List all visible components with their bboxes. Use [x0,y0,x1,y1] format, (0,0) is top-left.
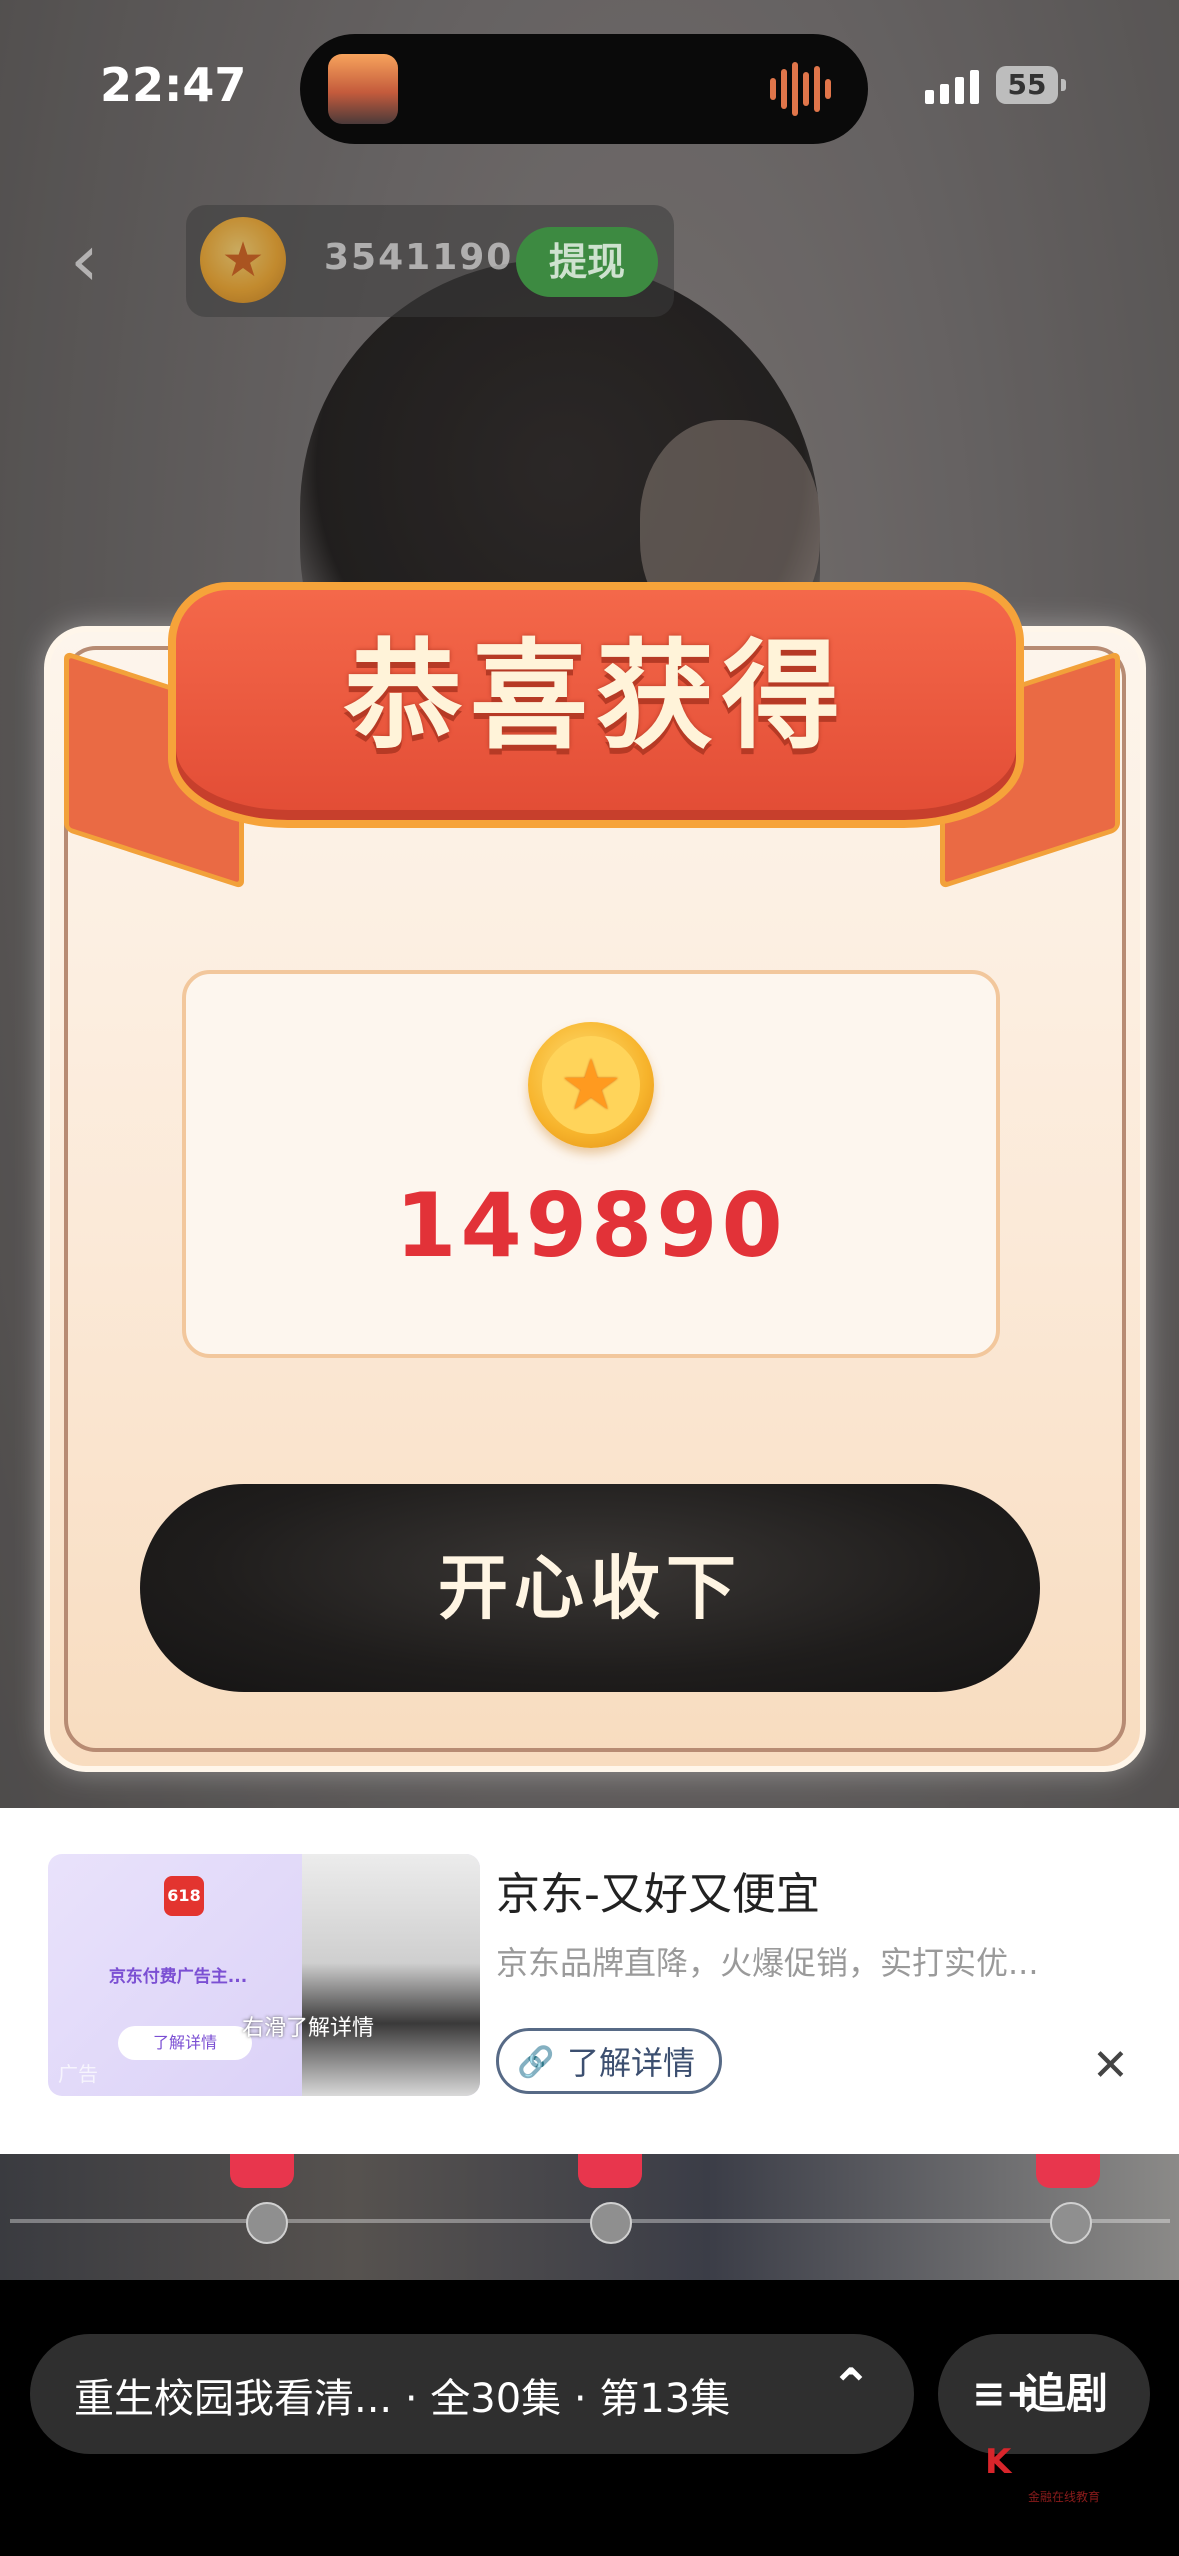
status-bar: 22:47 55 [0,0,1179,170]
signal-icon [925,70,979,104]
reward-amount: 149890 [395,1174,787,1277]
episode-selector[interactable]: 重生校园我看清... · 全30集 · 第13集 ⌃ [30,2334,914,2454]
ad-title[interactable]: 京东-又好又便宜 [496,1858,820,1922]
withdraw-button[interactable]: 提现 [516,227,658,297]
watermark-logo: K [985,2442,1012,2482]
accept-button[interactable]: 开心收下 [140,1484,1040,1692]
marker-pin [230,2154,294,2188]
ad-badge: 广告 [58,2062,98,2086]
jd-logo-icon: 618 [164,1876,204,1916]
battery-icon: 55 [996,66,1066,104]
progress-node[interactable] [246,2202,288,2244]
ad-learn-more-button[interactable]: 🔗 了解详情 [496,2028,722,2094]
ad-card[interactable]: 618 京东付费广告主... 了解详情 右滑了解详情 广告 京东-又好又便宜 京… [0,1808,1179,2154]
status-time: 22:47 [100,58,247,112]
gold-coin-icon [528,1022,654,1148]
now-playing-artwork [328,54,398,124]
watermark-text: 金融在线教育 [1028,2490,1101,2504]
close-icon[interactable]: ✕ [1092,2040,1129,2091]
coin-balance: 3541190 [324,237,514,278]
link-icon: 🔗 [517,2045,555,2080]
marker-pin [1036,2154,1100,2188]
progress-node[interactable] [590,2202,632,2244]
bottom-bar: 重生校园我看清... · 全30集 · 第13集 ⌃ ≡+ 追剧 [0,2280,1179,2556]
chevron-up-icon[interactable]: ⌃ [830,2358,872,2416]
ad-thumb-text: 京东付费广告主... [108,1967,248,1987]
follow-label: 追剧 [1024,2369,1109,2418]
ad-learn-more-label: 了解详情 [566,2044,695,2082]
back-chevron-icon[interactable]: ‹ [70,224,130,296]
reward-box: 149890 [182,970,1000,1358]
audio-wave-icon [770,60,840,118]
follow-series-button[interactable]: ≡+ 追剧 [938,2334,1150,2454]
video-progress-strip[interactable] [0,2154,1179,2280]
progress-node[interactable] [1050,2202,1092,2244]
ad-description: 京东品牌直降，火爆促销，实打实优... [496,1944,1039,1982]
ad-swipe-hint: 右滑了解详情 [241,2016,374,2041]
dynamic-island [300,34,868,144]
modal-title: 恭喜获得 [343,627,848,765]
ad-room-image [302,1854,480,2096]
coin-balance-bar: 3541190 提现 [186,205,674,317]
marker-pin [578,2154,642,2188]
ad-thumbnail[interactable]: 618 京东付费广告主... 了解详情 右滑了解详情 广告 [48,1854,480,2096]
episode-info: 重生校园我看清... · 全30集 · 第13集 [74,2376,731,2422]
coin-icon [200,217,286,303]
